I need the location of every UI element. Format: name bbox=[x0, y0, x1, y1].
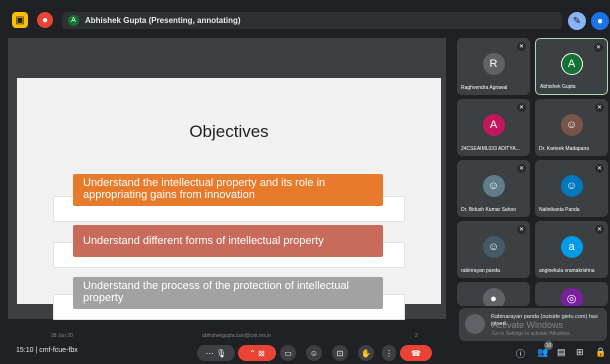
participant-tile[interactable]: ✕ A 24CSEAIML033 ADITYA... bbox=[457, 99, 530, 156]
more-dots-icon: ⋯ bbox=[205, 348, 214, 358]
participant-tile[interactable]: ✕ ☺ rabinrayan panda bbox=[457, 221, 530, 278]
chat-icon[interactable]: ▤ bbox=[557, 347, 566, 358]
profile-photo-icon: ☺ bbox=[482, 235, 505, 258]
captions-icon: ▭ bbox=[284, 348, 292, 358]
presenter-text: Abhishek Gupta (Presenting, annotating) bbox=[85, 16, 241, 25]
record-icon[interactable]: ● bbox=[37, 12, 53, 28]
activities-icon[interactable]: ⊞ bbox=[576, 347, 584, 358]
presentation-icon[interactable]: ▣ bbox=[12, 12, 28, 28]
participant-name: Raghvendra Agrawal bbox=[461, 85, 508, 91]
meet-logo-icon: ◎ bbox=[560, 287, 583, 306]
camera-off-icon: ⊠ bbox=[258, 348, 265, 358]
bullet-1: Understand the intellectual property and… bbox=[73, 174, 383, 206]
captions-button[interactable]: ▭ bbox=[280, 345, 296, 361]
user-photo-icon bbox=[465, 314, 485, 334]
host-controls-icon[interactable]: 🔒 bbox=[595, 347, 606, 358]
camera-toggle-button[interactable]: ⌃ ⊠ bbox=[238, 345, 276, 361]
presentation-slide: Objectives Understand the intellectual p… bbox=[17, 78, 441, 339]
leave-call-button[interactable]: ☎ bbox=[400, 345, 432, 361]
participant-name: anginekula vramakrishna bbox=[539, 268, 595, 274]
mic-muted-icon: ✕ bbox=[594, 43, 603, 52]
mic-toggle-button[interactable]: ⋯ 🎙 bbox=[197, 345, 235, 361]
participant-tile[interactable]: ● bbox=[457, 282, 530, 306]
participant-tile[interactable]: ✕ ☺ Nalinikanta Panda bbox=[535, 160, 608, 217]
participant-name: Abhishek Gupta bbox=[540, 84, 576, 90]
info-icon[interactable]: ⓘ bbox=[516, 347, 525, 360]
shared-screen: Objectives Understand the intellectual p… bbox=[8, 38, 446, 339]
meeting-time-code: 15:10 | cmf-fcue-fbx bbox=[16, 347, 78, 354]
presenter-avatar: A bbox=[68, 15, 79, 26]
avatar: R bbox=[482, 52, 505, 75]
phone-hangup-icon: ☎ bbox=[411, 348, 421, 358]
participant-name: Dr. Bidush Kumar Sahoo bbox=[461, 207, 517, 213]
participant-tile[interactable]: ✕ ☺ Dr. Bidush Kumar Sahoo bbox=[457, 160, 530, 217]
participant-name: 24CSEAIML033 ADITYA... bbox=[461, 146, 520, 152]
annotate-pen-icon[interactable]: ✎ bbox=[568, 12, 586, 30]
bottom-bar: 15:10 | cmf-fcue-fbx ⋯ 🎙 ⌃ ⊠ ▭ ☺ ⊡ ✋ ⋮ ☎… bbox=[0, 338, 610, 364]
participant-tile[interactable]: ✕ R Raghvendra Agrawal bbox=[457, 38, 530, 95]
participant-name: rabinrayan panda bbox=[461, 268, 500, 274]
participant-count-badge: 10 bbox=[544, 341, 553, 350]
avatar: A bbox=[560, 52, 583, 75]
microphone-icon: 🎙 bbox=[216, 348, 227, 358]
participant-tile[interactable]: ✕ A Abhishek Gupta bbox=[535, 38, 608, 95]
activate-windows-subtitle: Go to Settings to activate Windows. bbox=[492, 331, 571, 337]
profile-photo-icon: ☺ bbox=[482, 174, 505, 197]
emoji-icon: ☺ bbox=[309, 348, 319, 358]
emoji-button[interactable]: ☺ bbox=[306, 345, 322, 361]
more-options-button[interactable]: ⋮ bbox=[382, 345, 396, 361]
participant-name: Nalinikanta Panda bbox=[539, 207, 580, 213]
vertical-dots-icon: ⋮ bbox=[385, 348, 393, 358]
bullet-2: Understand different forms of intellectu… bbox=[73, 225, 383, 257]
raise-hand-button[interactable]: ✋ bbox=[358, 345, 374, 361]
top-bar: ▣ ● A Abhishek Gupta (Presenting, annota… bbox=[0, 0, 610, 34]
participant-tile[interactable]: ✕ a anginekula vramakrishna bbox=[535, 221, 608, 278]
participant-tile[interactable]: ◎ bbox=[535, 282, 608, 306]
participant-tile[interactable]: ✕ ☺ Dr. Karteek Madapana bbox=[535, 99, 608, 156]
avatar: A bbox=[482, 113, 505, 136]
avatar: a bbox=[560, 235, 583, 258]
participant-name: Dr. Karteek Madapana bbox=[539, 146, 590, 152]
mic-muted-icon: ✕ bbox=[595, 164, 604, 173]
mic-muted-icon: ✕ bbox=[517, 225, 526, 234]
group-avatars-icon: ● bbox=[482, 287, 505, 306]
present-icon: ⊡ bbox=[336, 348, 344, 358]
mic-muted-icon: ✕ bbox=[595, 225, 604, 234]
mic-muted-icon: ✕ bbox=[595, 103, 604, 112]
profile-photo-icon: ☺ bbox=[560, 113, 583, 136]
mic-muted-icon: ✕ bbox=[517, 103, 526, 112]
hand-icon: ✋ bbox=[361, 348, 371, 358]
activate-windows-title: Activate Windows bbox=[492, 320, 564, 330]
mic-muted-icon: ✕ bbox=[517, 164, 526, 173]
bullet-3: Understand the process of the protection… bbox=[73, 277, 383, 309]
more-icon[interactable]: ● bbox=[591, 12, 609, 30]
slide-title: Objectives bbox=[189, 122, 269, 141]
mic-muted-icon: ✕ bbox=[517, 42, 526, 51]
present-button[interactable]: ⊡ bbox=[332, 345, 348, 361]
chevron-up-icon: ⌃ bbox=[249, 348, 256, 358]
presenter-banner: A Abhishek Gupta (Presenting, annotating… bbox=[62, 12, 562, 29]
profile-photo-icon: ☺ bbox=[560, 174, 583, 197]
